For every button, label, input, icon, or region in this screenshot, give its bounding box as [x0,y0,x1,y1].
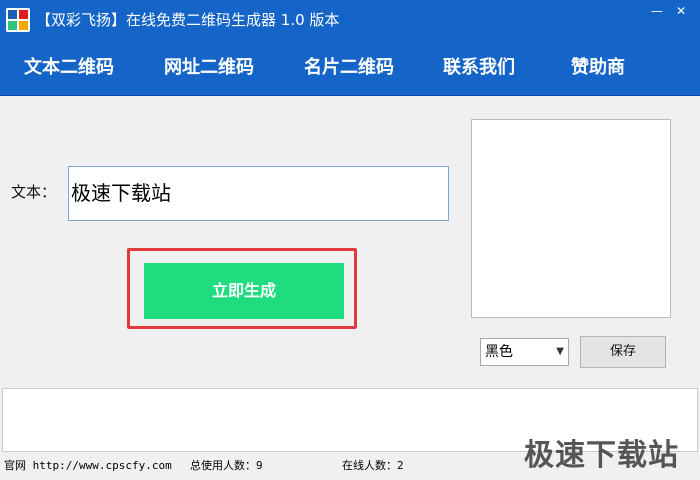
status-website: 官网 http://www.cpscfy.com [4,459,172,472]
text-input[interactable] [68,166,449,221]
generate-button[interactable]: 立即生成 [144,263,344,319]
title-bar: 【双彩飞扬】在线免费二维码生成器 1.0 版本 — ✕ [0,0,700,40]
color-select[interactable]: 黑色 ▼ [480,338,569,366]
nav-item-sponsor[interactable]: 赞助商 [571,40,625,96]
nav-bar: 文本二维码 网址二维码 名片二维码 联系我们 赞助商 [0,40,700,96]
color-select-value: 黑色 [485,344,513,360]
chevron-down-icon: ▼ [556,346,564,357]
status-online-users: 在线人数：2 [342,459,404,472]
nav-item-card-qr[interactable]: 名片二维码 [304,40,394,96]
app-grid-icon [6,8,30,32]
status-total-users: 总使用人数：9 [190,459,263,472]
minimize-button[interactable]: — [648,4,666,18]
qr-preview [471,119,671,318]
watermark-text: 极速下载站 [524,438,679,473]
nav-item-text-qr[interactable]: 文本二维码 [24,40,114,96]
save-button[interactable]: 保存 [580,336,666,368]
nav-item-url-qr[interactable]: 网址二维码 [164,40,254,96]
window-title: 【双彩飞扬】在线免费二维码生成器 1.0 版本 [36,11,340,29]
app-window: 【双彩飞扬】在线免费二维码生成器 1.0 版本 — ✕ 文本二维码 网址二维码 … [0,0,700,480]
close-button[interactable]: ✕ [672,4,690,18]
text-field-label: 文本： [11,183,57,201]
nav-item-contact[interactable]: 联系我们 [443,40,515,96]
